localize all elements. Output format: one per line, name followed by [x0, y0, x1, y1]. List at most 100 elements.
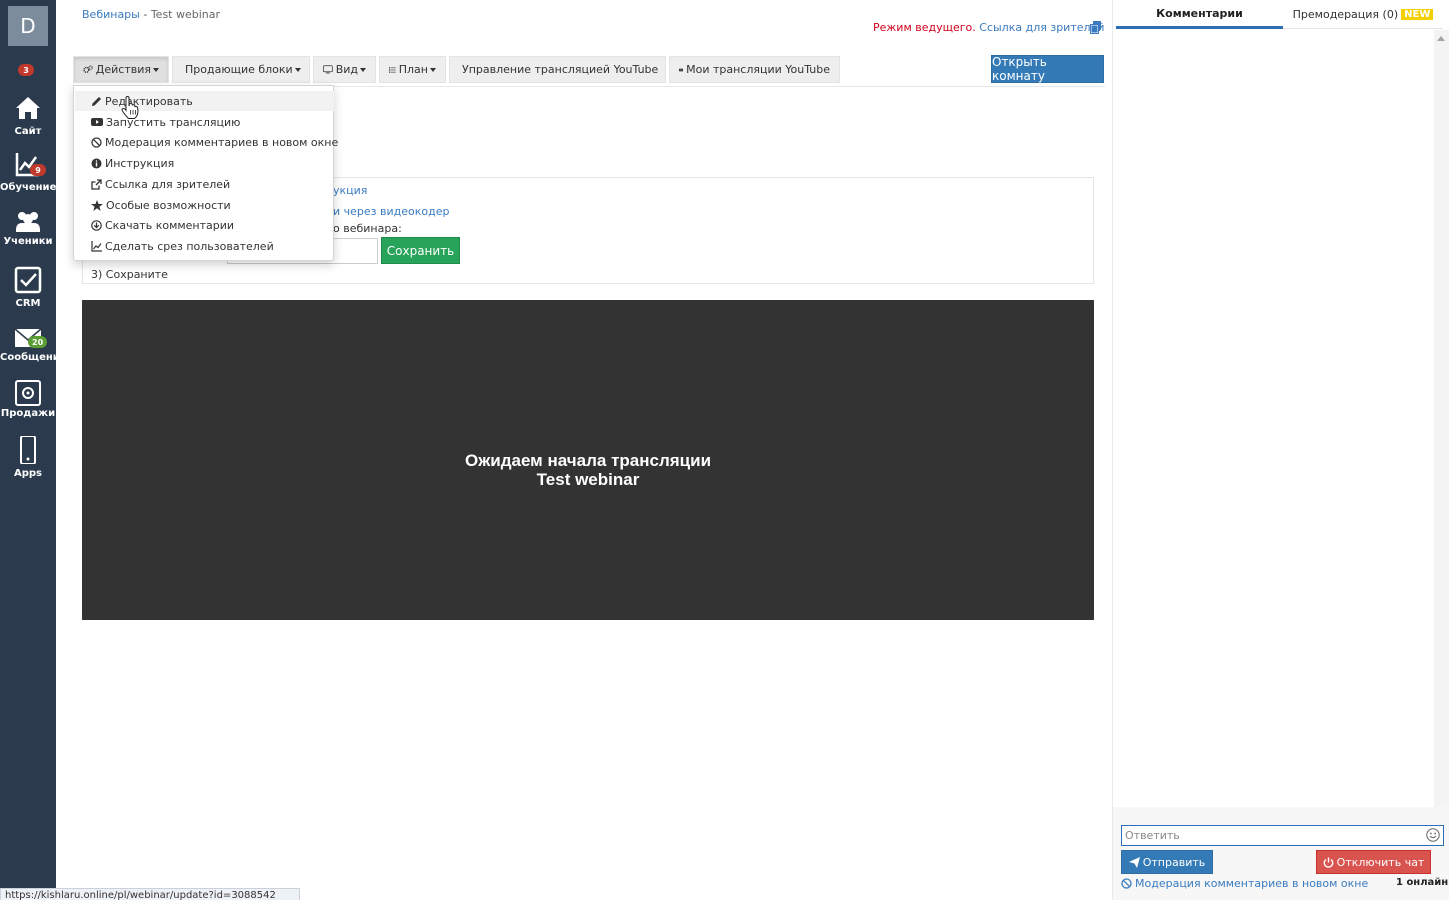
selling-blocks-button[interactable]: Продающие блоки — [172, 56, 310, 83]
video-player[interactable]: Ожидаем начала трансляции Test webinar — [82, 300, 1094, 620]
tab-comments[interactable]: Комментарии — [1116, 0, 1283, 29]
ban-icon — [1121, 878, 1132, 889]
menu-item-download-comments[interactable]: Скачать комментарии — [75, 215, 334, 235]
youtube-icon — [91, 118, 103, 126]
breadcrumb-current: Test webinar — [150, 8, 221, 21]
menu-item-label: Сделать срез пользователей — [105, 239, 274, 253]
actions-dropdown-button[interactable]: Действия — [73, 56, 169, 83]
online-count: 1 онлайн — [1396, 877, 1449, 888]
breadcrumb: Вебинары - Test webinar — [82, 8, 220, 21]
menu-item-special-features[interactable]: Особые возможности — [75, 195, 334, 215]
save-button[interactable]: Сохранить — [381, 237, 460, 264]
notification-badge[interactable]: 3 — [18, 64, 34, 76]
comments-list — [1113, 30, 1434, 807]
sidebar-item-sales[interactable]: Продажи — [0, 380, 56, 436]
sidebar-item-label: Сообщения — [0, 352, 67, 363]
tab-premod-label: Премодерация (0) — [1292, 7, 1399, 21]
menu-item-edit[interactable]: Редактировать — [75, 91, 334, 111]
comments-scrollbar[interactable] — [1434, 30, 1449, 807]
sidebar-item-apps[interactable]: Apps — [0, 436, 56, 492]
view-button[interactable]: Вид — [313, 56, 376, 83]
training-badge: 9 — [30, 164, 46, 176]
disable-chat-label: Отключить чат — [1336, 855, 1425, 869]
messages-badge: 20 — [28, 336, 48, 348]
plan-label: План — [398, 63, 428, 76]
menu-item-label: Модерация комментариев в новом окне — [105, 135, 339, 149]
pencil-icon — [92, 96, 101, 106]
checkbox-icon — [14, 266, 42, 294]
sidebar-item-label: Apps — [13, 468, 42, 479]
host-mode-text: Режим ведущего. — [873, 21, 976, 34]
breadcrumb-separator: - — [139, 8, 151, 21]
menu-item-label: Особые возможности — [106, 198, 231, 212]
chart-icon — [91, 240, 102, 252]
users-icon — [16, 212, 40, 232]
sidebar-item-crm[interactable]: CRM — [0, 266, 56, 322]
caret-down-icon — [153, 67, 159, 72]
moderation-link[interactable]: Модерация комментариев в новом окне — [1121, 877, 1368, 890]
youtube-my-label: Мои трансляции YouTube — [686, 63, 830, 76]
ban-icon — [91, 136, 102, 148]
plan-button[interactable]: План — [379, 56, 446, 83]
tab-premoderation[interactable]: Премодерация (0) NEW — [1283, 0, 1443, 29]
avatar[interactable]: D — [8, 6, 48, 46]
breadcrumb-webinars-link[interactable]: Вебинары — [82, 8, 140, 21]
sidebar-item-label: CRM — [15, 298, 41, 309]
open-room-button[interactable]: Открыть комнату — [991, 55, 1104, 83]
actions-label: Действия — [95, 63, 151, 76]
menu-item-label: Ссылка для зрителей — [105, 177, 231, 191]
webinar-title: Test webinar — [536, 470, 640, 489]
copy-icon[interactable] — [1090, 21, 1102, 34]
menu-item-moderation[interactable]: Модерация комментариев в новом окне — [75, 132, 338, 152]
actions-dropdown-menu: Редактировать Запустить трансляцию Модер… — [73, 85, 338, 261]
encoder-link[interactable]: и через видеокодер — [333, 205, 449, 218]
youtube-my-streams-button[interactable]: Мои трансляции YouTube — [669, 56, 840, 83]
menu-item-label: Редактировать — [105, 94, 193, 108]
sidebar-item-label: Обучение — [0, 182, 57, 193]
view-label: Вид — [335, 63, 358, 76]
disable-chat-button[interactable]: Отключить чат — [1316, 850, 1431, 874]
menu-item-instruction[interactable]: Инструкция — [75, 153, 334, 173]
send-button[interactable]: Отправить — [1121, 850, 1213, 874]
sidebar-item-site[interactable]: Сайт — [0, 94, 56, 150]
menu-item-user-slice[interactable]: Сделать срез пользователей — [75, 236, 334, 256]
caret-down-icon — [360, 67, 366, 72]
moderation-link-label: Модерация комментариев в новом окне — [1135, 877, 1369, 890]
reply-input[interactable] — [1121, 825, 1444, 846]
host-mode-line: Режим ведущего. Ссылка для зрителей — [873, 21, 1104, 34]
instruction-step-3: 3) Сохраните — [91, 268, 168, 281]
smile-icon[interactable] — [1426, 828, 1440, 842]
caret-down-icon — [430, 67, 436, 72]
caret-down-icon — [294, 67, 301, 72]
scroll-up-arrow-icon[interactable] — [1437, 36, 1445, 41]
menu-item-viewer-link[interactable]: Ссылка для зрителей — [75, 174, 334, 194]
external-link-icon — [91, 178, 102, 190]
safe-icon — [15, 380, 41, 406]
sidebar-item-training[interactable]: 9 Обучение — [0, 150, 56, 206]
status-bar-url: https://kishlaru.online/pl/webinar/updat… — [0, 888, 300, 900]
sidebar-item-students[interactable]: Ученики — [0, 208, 56, 264]
youtube-icon — [679, 68, 684, 71]
selling-blocks-label: Продающие блоки — [185, 63, 293, 76]
sidebar-item-label: Продажи — [0, 408, 56, 419]
menu-item-label: Скачать комментарии — [105, 218, 235, 232]
youtube-manage-label: Управление трансляцией YouTube — [462, 63, 659, 76]
star-icon — [91, 199, 103, 211]
sidebar: D 3 Сайт 9 Обучение Ученики CRM 20 Сообщ… — [0, 0, 67, 900]
new-badge: NEW — [1401, 8, 1434, 20]
phone-icon — [20, 436, 36, 464]
sidebar-item-label: Сайт — [14, 126, 42, 137]
menu-item-start-stream[interactable]: Запустить трансляцию — [75, 112, 334, 132]
paper-plane-icon — [1128, 856, 1140, 868]
sidebar-item-label: Ученики — [3, 236, 53, 247]
instruction-step-text: о вебинара: — [333, 222, 402, 235]
hand-cursor-icon — [121, 96, 139, 119]
sidebar-item-messages[interactable]: 20 Сообщения — [0, 324, 67, 380]
waiting-text: Ожидаем начала трансляции — [464, 451, 712, 470]
youtube-manage-button[interactable]: Управление трансляцией YouTube — [449, 56, 666, 83]
cogs-icon — [83, 65, 93, 73]
viewer-link[interactable]: Ссылка для зрителей — [979, 21, 1104, 34]
power-icon — [1323, 857, 1334, 868]
instruction-link[interactable]: укция — [333, 184, 367, 197]
home-icon — [16, 97, 40, 119]
